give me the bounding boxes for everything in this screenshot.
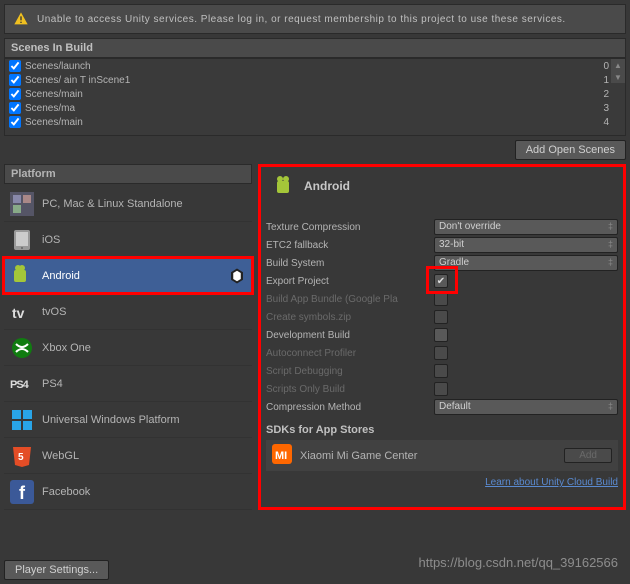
platform-label: iOS xyxy=(42,234,246,246)
add-open-scenes-button[interactable]: Add Open Scenes xyxy=(515,140,626,160)
platform-item-standalone[interactable]: PC, Mac & Linux Standalone xyxy=(4,186,252,222)
scene-row[interactable]: Scenes/ ain T inScene1 1 xyxy=(5,73,625,87)
scroll-down-icon[interactable]: ▼ xyxy=(611,71,625,83)
compression-method-label: Compression Method xyxy=(266,402,434,413)
scene-row[interactable]: Scenes/launch 0 xyxy=(5,59,625,73)
scene-checkbox[interactable] xyxy=(9,60,21,72)
platform-label: WebGL xyxy=(42,450,246,462)
android-icon xyxy=(272,174,296,198)
svg-text:PS4: PS4 xyxy=(10,379,30,391)
platform-label: Xbox One xyxy=(42,342,246,354)
ios-icon xyxy=(10,228,34,252)
scene-name: Scenes/main xyxy=(25,89,603,100)
standalone-icon xyxy=(10,192,34,216)
build-system-label: Build System xyxy=(266,258,434,269)
platform-label: Facebook xyxy=(42,486,246,498)
scene-name: Scenes/main xyxy=(25,117,603,128)
unity-icon xyxy=(228,267,246,285)
sdk-row: MI Xiaomi Mi Game Center Add xyxy=(266,440,618,471)
platform-label: tvOS xyxy=(42,306,246,318)
scene-name: Scenes/ma xyxy=(25,103,603,114)
tvos-icon: tv xyxy=(10,300,34,324)
platform-item-xboxone[interactable]: Xbox One xyxy=(4,330,252,366)
compression-method-dropdown[interactable]: Default xyxy=(434,399,618,415)
platform-header: Platform xyxy=(4,164,252,184)
build-app-bundle-checkbox xyxy=(434,292,448,306)
create-symbols-label: Create symbols.zip xyxy=(266,312,434,323)
scene-checkbox[interactable] xyxy=(9,102,21,114)
platform-label: Android xyxy=(42,270,220,282)
platform-label: PS4 xyxy=(42,378,246,390)
xbox-icon xyxy=(10,336,34,360)
warning-icon xyxy=(13,11,29,27)
platform-item-android[interactable]: Android xyxy=(4,258,252,294)
texture-compression-dropdown[interactable]: Don't override xyxy=(434,219,618,235)
svg-text:tv: tv xyxy=(12,305,25,321)
scene-row[interactable]: Scenes/main 4 xyxy=(5,115,625,129)
xiaomi-icon: MI xyxy=(272,444,292,467)
cloud-build-link[interactable]: Learn about Unity Cloud Build xyxy=(266,477,618,488)
warning-text: Unable to access Unity services. Please … xyxy=(37,14,566,25)
scene-name: Scenes/ ain T inScene1 xyxy=(25,75,603,86)
sdks-header: SDKs for App Stores xyxy=(266,424,618,436)
scene-row[interactable]: Scenes/ma 3 xyxy=(5,101,625,115)
platform-item-uwp[interactable]: Universal Windows Platform xyxy=(4,402,252,438)
facebook-icon: f xyxy=(10,480,34,504)
svg-text:f: f xyxy=(19,483,26,503)
texture-compression-label: Texture Compression xyxy=(266,222,434,233)
android-icon xyxy=(10,264,34,288)
sdk-add-button[interactable]: Add xyxy=(564,448,612,463)
platform-item-ps4[interactable]: PS4 PS4 xyxy=(4,366,252,402)
platform-list: Platform PC, Mac & Linux Standalone iOS … xyxy=(4,164,252,510)
scene-checkbox[interactable] xyxy=(9,88,21,100)
etc2-fallback-label: ETC2 fallback xyxy=(266,240,434,251)
scenes-scrollbar[interactable]: ▲ ▼ xyxy=(611,59,625,135)
export-project-checkbox[interactable]: ✔ xyxy=(434,274,448,288)
scroll-up-icon[interactable]: ▲ xyxy=(611,59,625,71)
settings-title: Android xyxy=(304,179,350,193)
build-system-dropdown[interactable]: Gradle xyxy=(434,255,618,271)
scene-row[interactable]: Scenes/main 2 xyxy=(5,87,625,101)
autoconnect-profiler-label: Autoconnect Profiler xyxy=(266,348,434,359)
platform-item-ios[interactable]: iOS xyxy=(4,222,252,258)
windows-icon xyxy=(10,408,34,432)
platform-item-webgl[interactable]: 5 WebGL xyxy=(4,438,252,474)
player-settings-button[interactable]: Player Settings... xyxy=(4,560,109,580)
settings-panel: Android Texture Compression Don't overri… xyxy=(258,164,626,510)
etc2-fallback-dropdown[interactable]: 32-bit xyxy=(434,237,618,253)
platform-label: Universal Windows Platform xyxy=(42,414,246,426)
autoconnect-profiler-checkbox xyxy=(434,346,448,360)
webgl-icon: 5 xyxy=(10,444,34,468)
ps4-icon: PS4 xyxy=(10,372,34,396)
scenes-list: Scenes/launch 0 Scenes/ ain T inScene1 1… xyxy=(4,58,626,136)
platform-item-tvos[interactable]: tv tvOS xyxy=(4,294,252,330)
scene-checkbox[interactable] xyxy=(9,74,21,86)
script-debugging-checkbox xyxy=(434,364,448,378)
scripts-only-checkbox xyxy=(434,382,448,396)
export-project-label: Export Project xyxy=(266,276,434,287)
scene-name: Scenes/launch xyxy=(25,61,603,72)
svg-text:5: 5 xyxy=(18,452,24,463)
development-build-checkbox[interactable] xyxy=(434,328,448,342)
sdk-name: Xiaomi Mi Game Center xyxy=(300,450,556,462)
create-symbols-checkbox xyxy=(434,310,448,324)
scripts-only-label: Scripts Only Build xyxy=(266,384,434,395)
scenes-header: Scenes In Build xyxy=(4,38,626,58)
development-build-label: Development Build xyxy=(266,330,434,341)
script-debugging-label: Script Debugging xyxy=(266,366,434,377)
warning-bar: Unable to access Unity services. Please … xyxy=(4,4,626,34)
build-app-bundle-label: Build App Bundle (Google Pla xyxy=(266,294,434,305)
scene-checkbox[interactable] xyxy=(9,116,21,128)
platform-item-facebook[interactable]: f Facebook xyxy=(4,474,252,510)
svg-text:MI: MI xyxy=(275,450,287,462)
platform-label: PC, Mac & Linux Standalone xyxy=(42,198,246,210)
